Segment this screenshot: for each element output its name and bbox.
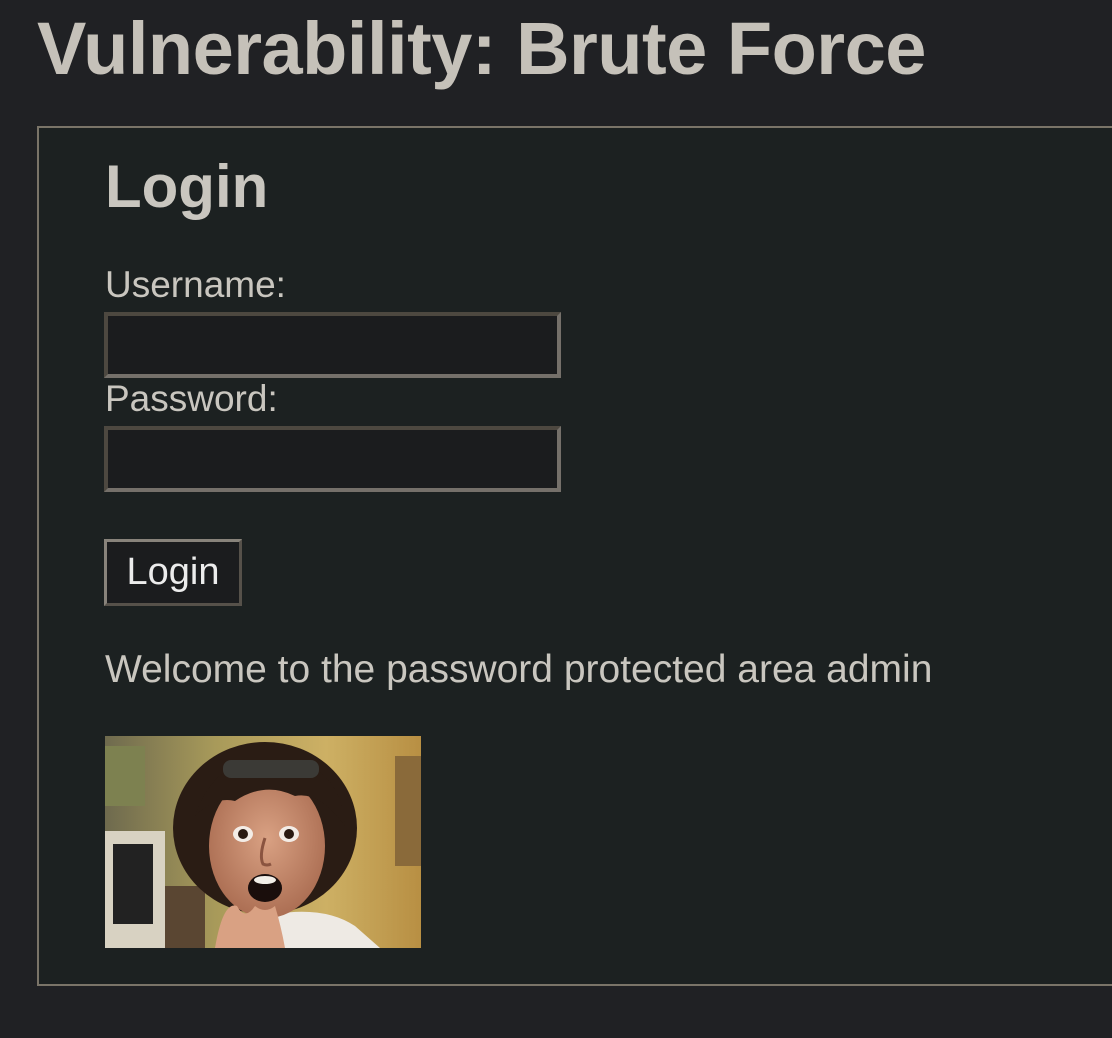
- login-panel: Login Username: Password: Login Welcome …: [37, 126, 1112, 986]
- login-button[interactable]: Login: [104, 539, 242, 606]
- user-avatar-photo: [105, 736, 421, 948]
- page-title: Vulnerability: Brute Force: [37, 7, 926, 90]
- password-label: Password:: [105, 378, 278, 419]
- login-heading: Login: [105, 153, 269, 220]
- welcome-message: Welcome to the password protected area a…: [105, 648, 933, 691]
- username-label: Username:: [105, 264, 286, 305]
- username-field[interactable]: [104, 312, 561, 378]
- password-field[interactable]: [104, 426, 561, 492]
